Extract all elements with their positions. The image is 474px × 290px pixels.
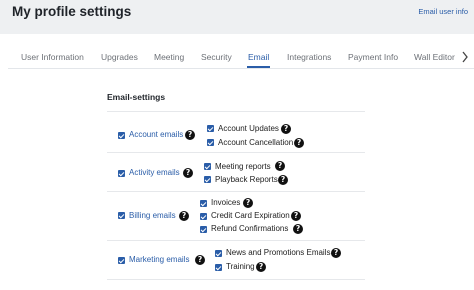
account-emails-label: Account emails	[129, 130, 184, 139]
tab-wall-editor[interactable]: Wall Editor	[414, 46, 455, 68]
tab-email[interactable]: Email	[246, 46, 271, 68]
email-user-info-link[interactable]: Email user info	[418, 7, 468, 16]
help-icon[interactable]: ?	[195, 255, 205, 265]
help-icon[interactable]: ?	[243, 198, 253, 208]
billing-emails-checkbox[interactable]	[118, 212, 125, 219]
group-divider	[107, 152, 365, 153]
group-divider	[107, 191, 365, 192]
account-updates-checkbox[interactable]	[207, 125, 214, 132]
invoices-label: Invoices	[211, 198, 241, 207]
tab-security[interactable]: Security	[201, 46, 232, 68]
news-and-promotions-checkbox[interactable]	[215, 250, 222, 257]
tab-integrations[interactable]: Integrations	[287, 46, 331, 68]
help-icon[interactable]: ?	[179, 211, 189, 221]
section-divider	[107, 111, 365, 112]
refund-confirmations-label: Refund Confirmations	[211, 224, 289, 233]
training-label: Training	[226, 262, 255, 271]
credit-card-expiration-label: Credit Card Expiration	[211, 211, 290, 220]
account-cancellation-label: Account Cancellation	[218, 138, 294, 147]
help-icon[interactable]: ?	[291, 211, 301, 221]
marketing-emails-label: Marketing emails	[129, 255, 190, 264]
marketing-emails-checkbox[interactable]	[118, 257, 125, 264]
activity-emails-label: Activity emails	[129, 168, 180, 177]
page-title: My profile settings	[12, 4, 132, 19]
account-emails-checkbox[interactable]	[118, 132, 125, 139]
training-checkbox[interactable]	[215, 264, 222, 271]
playback-reports-label: Playback Reports	[215, 175, 278, 184]
account-cancellation-checkbox[interactable]	[207, 139, 214, 146]
tab-payment-info[interactable]: Payment Info	[348, 46, 398, 68]
settings-tabs: User Information Upgrades Meeting Securi…	[0, 46, 474, 68]
tabs-underline	[8, 68, 474, 69]
refund-confirmations-checkbox[interactable]	[200, 226, 207, 233]
group-divider	[107, 279, 365, 280]
help-icon[interactable]: ?	[281, 124, 291, 134]
help-icon[interactable]: ?	[278, 175, 288, 185]
help-icon[interactable]: ?	[256, 262, 266, 272]
tab-user-information[interactable]: User Information	[21, 46, 84, 68]
credit-card-expiration-checkbox[interactable]	[200, 213, 207, 220]
account-updates-label: Account Updates	[218, 124, 279, 133]
meeting-reports-label: Meeting reports	[215, 162, 271, 171]
meeting-reports-checkbox[interactable]	[204, 163, 211, 170]
help-icon[interactable]: ?	[331, 248, 341, 258]
group-divider	[107, 240, 365, 241]
billing-emails-label: Billing emails	[129, 211, 176, 220]
help-icon[interactable]: ?	[185, 130, 195, 140]
chevron-right-icon[interactable]	[460, 48, 470, 66]
email-settings-title: Email-settings	[107, 92, 166, 102]
invoices-checkbox[interactable]	[200, 200, 207, 207]
page-header: My profile settings Email user info	[0, 0, 474, 34]
news-and-promotions-label: News and Promotions Emails	[226, 248, 331, 257]
tab-upgrades[interactable]: Upgrades	[101, 46, 138, 68]
help-icon[interactable]: ?	[183, 168, 193, 178]
help-icon[interactable]: ?	[275, 161, 285, 171]
help-icon[interactable]: ?	[294, 138, 304, 148]
help-icon[interactable]: ?	[293, 224, 303, 234]
playback-reports-checkbox[interactable]	[204, 176, 211, 183]
activity-emails-checkbox[interactable]	[118, 170, 125, 177]
tab-meeting[interactable]: Meeting	[154, 46, 184, 68]
